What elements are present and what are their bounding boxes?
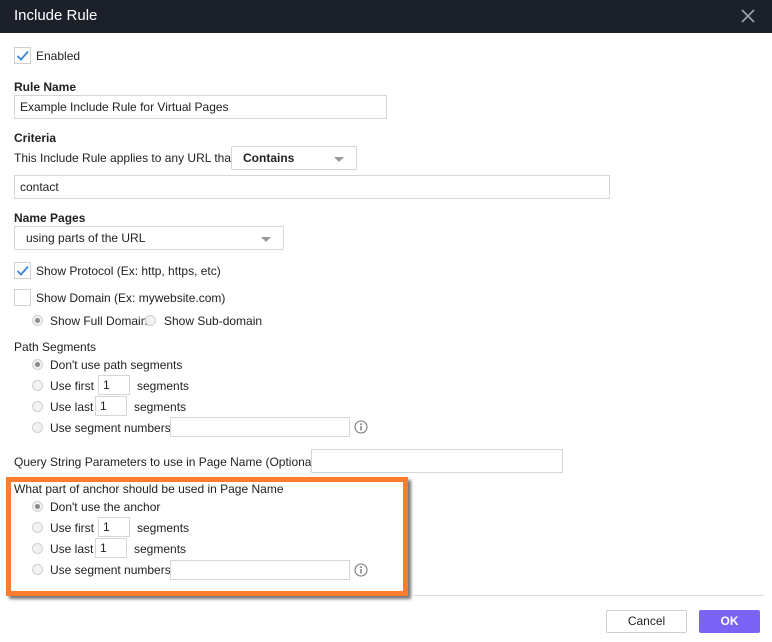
- checkmark-icon: [16, 50, 29, 61]
- close-button[interactable]: [738, 6, 758, 26]
- name-pages-value: using parts of the URL: [26, 231, 146, 245]
- path-segments-label: Path Segments: [14, 340, 97, 354]
- rule-name-label: Rule Name: [14, 80, 77, 94]
- anchor-last-count-input[interactable]: 1: [95, 538, 127, 558]
- footer-divider: [414, 595, 764, 596]
- show-sub-domain-radio[interactable]: [145, 315, 156, 326]
- info-icon: [354, 420, 368, 434]
- show-protocol-checkbox[interactable]: [14, 262, 31, 279]
- anchor-numbers-label: Use segment numbers: [50, 563, 171, 577]
- anchor-first-label: Use first: [50, 521, 95, 535]
- anchor-numbers-input[interactable]: [170, 560, 350, 580]
- anchor-numbers-info-button[interactable]: [354, 563, 368, 577]
- criteria-match-value: Contains: [243, 151, 295, 165]
- close-icon: [741, 9, 755, 23]
- chevron-down-icon: [334, 157, 344, 162]
- ok-button[interactable]: OK: [699, 610, 760, 633]
- name-pages-label: Name Pages: [14, 211, 86, 225]
- show-domain-checkbox[interactable]: [14, 289, 31, 306]
- path-first-count-input[interactable]: 1: [98, 375, 130, 395]
- criteria-match-select[interactable]: Contains: [231, 146, 357, 170]
- dialog-header: Include Rule: [0, 0, 772, 33]
- path-last-suffix: segments: [134, 400, 187, 414]
- criteria-applies-text: This Include Rule applies to any URL tha…: [14, 151, 235, 165]
- show-domain-label: Show Domain (Ex: mywebsite.com): [36, 291, 226, 305]
- criteria-label: Criteria: [14, 131, 57, 145]
- dialog-title: Include Rule: [14, 7, 98, 24]
- anchor-none-label: Don't use the anchor: [50, 500, 161, 514]
- path-last-count-input[interactable]: 1: [95, 396, 127, 416]
- anchor-last-radio[interactable]: [32, 543, 43, 554]
- show-full-domain-label: Show Full Domain: [50, 314, 148, 328]
- show-protocol-label: Show Protocol (Ex: http, https, etc): [36, 264, 221, 278]
- anchor-none-radio[interactable]: [32, 501, 43, 512]
- path-none-radio[interactable]: [32, 359, 43, 370]
- enabled-checkbox[interactable]: [14, 47, 31, 64]
- anchor-numbers-radio[interactable]: [32, 564, 43, 575]
- cancel-button[interactable]: Cancel: [606, 610, 687, 633]
- anchor-first-radio[interactable]: [32, 522, 43, 533]
- path-none-label: Don't use path segments: [50, 358, 183, 372]
- path-last-radio[interactable]: [32, 401, 43, 412]
- anchor-last-suffix: segments: [134, 542, 187, 556]
- query-string-input[interactable]: [311, 449, 563, 473]
- checkmark-icon: [16, 265, 29, 276]
- anchor-first-count-input[interactable]: 1: [98, 517, 130, 537]
- chevron-down-icon: [261, 237, 271, 242]
- path-first-suffix: segments: [137, 379, 190, 393]
- anchor-label: What part of anchor should be used in Pa…: [14, 482, 284, 496]
- enabled-label: Enabled: [36, 49, 81, 63]
- show-sub-domain-label: Show Sub-domain: [164, 314, 263, 328]
- show-full-domain-radio[interactable]: [32, 315, 43, 326]
- anchor-last-label: Use last: [50, 542, 94, 556]
- anchor-first-suffix: segments: [137, 521, 190, 535]
- path-last-label: Use last: [50, 400, 94, 414]
- info-icon: [354, 563, 368, 577]
- rule-name-input[interactable]: Example Include Rule for Virtual Pages: [14, 95, 387, 119]
- query-string-label: Query String Parameters to use in Page N…: [14, 455, 319, 469]
- path-numbers-input[interactable]: [170, 417, 350, 437]
- path-first-label: Use first: [50, 379, 95, 393]
- name-pages-select[interactable]: using parts of the URL: [14, 226, 284, 250]
- path-numbers-radio[interactable]: [32, 422, 43, 433]
- path-first-radio[interactable]: [32, 380, 43, 391]
- path-numbers-label: Use segment numbers: [50, 421, 171, 435]
- path-numbers-info-button[interactable]: [354, 420, 368, 434]
- criteria-value-input[interactable]: contact: [14, 175, 610, 199]
